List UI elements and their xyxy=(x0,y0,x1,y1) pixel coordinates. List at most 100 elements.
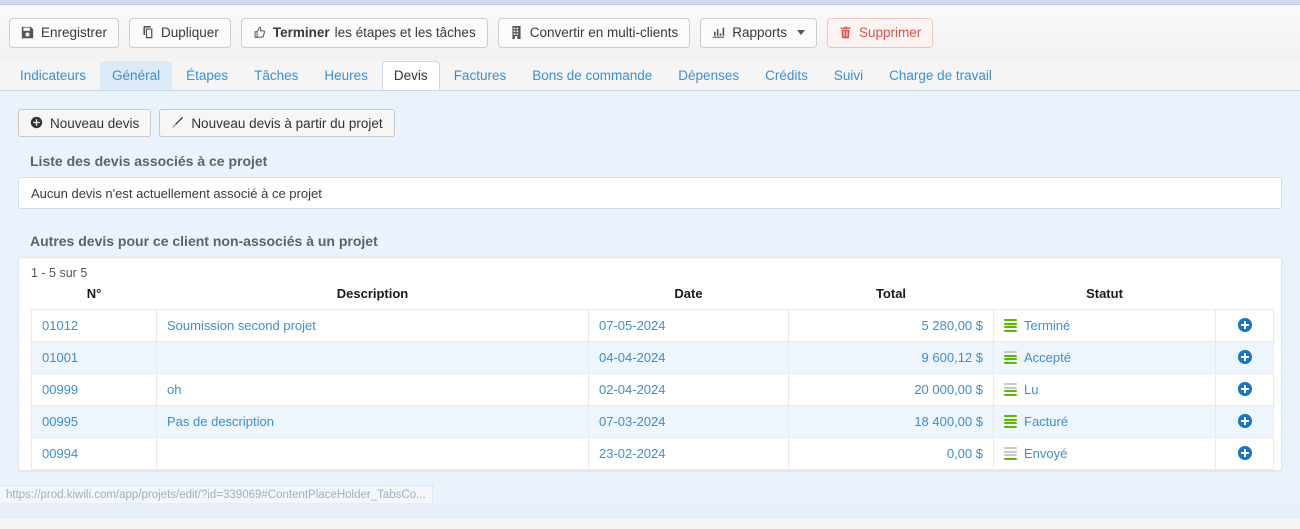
other-quotes-table: N° Description Date Total Statut 01012 Soumis… xyxy=(31,283,1274,470)
toolbar-button-sublabel: les étapes et les tâches xyxy=(334,25,476,40)
quote-number-cell[interactable]: 01012 xyxy=(31,309,157,342)
quote-number-cell[interactable]: 01001 xyxy=(31,341,157,374)
tab-d-penses[interactable]: Dépenses xyxy=(666,61,751,90)
status-label: Facturé xyxy=(1024,414,1069,429)
table-row[interactable]: 01012 Soumission second projet 07-05-2024 5… xyxy=(31,309,1274,342)
row-action-cell[interactable] xyxy=(1215,373,1274,406)
column-header-actions xyxy=(1216,283,1274,310)
copy-icon xyxy=(141,25,154,40)
table-header: N° Description Date Total Statut xyxy=(32,283,1274,310)
tab-indicateurs[interactable]: Indicateurs xyxy=(8,61,98,90)
tab-factures[interactable]: Factures xyxy=(442,61,519,90)
action-button-label: Nouveau devis xyxy=(50,115,140,131)
quote-description-cell: oh xyxy=(156,373,589,406)
quote-date-cell: 07-05-2024 xyxy=(588,309,789,342)
tab-content-panel: Nouveau devis Nouveau devis à partir du p… xyxy=(0,90,1300,503)
quote-total-cell: 5 280,00 $ xyxy=(788,309,994,342)
tab-cr-dits[interactable]: Crédits xyxy=(753,61,820,90)
other-quotes-title: Autres devis pour ce client non-associés… xyxy=(30,233,378,249)
pagination-count: 1 - 5 sur 5 xyxy=(31,266,88,280)
quote-description-cell xyxy=(156,437,589,470)
quote-date-cell: 07-03-2024 xyxy=(588,405,789,438)
trash-icon xyxy=(839,26,852,40)
status-label: Terminé xyxy=(1024,318,1071,333)
column-header-statut: Statut xyxy=(1086,286,1123,301)
row-action-cell[interactable] xyxy=(1215,437,1274,470)
tab-bar: Indicateurs Général Étapes Tâches Heures Devi… xyxy=(0,60,1300,91)
tab-charge-de-travail[interactable]: Charge de travail xyxy=(877,61,1004,90)
toolbar-button-rapports[interactable]: Rapports xyxy=(700,17,818,48)
toolbar-button-dupliquer[interactable]: Dupliquer xyxy=(129,17,231,48)
quote-status-cell: Accepté xyxy=(993,341,1216,374)
quote-date-cell: 04-04-2024 xyxy=(588,341,789,374)
page-bottom-strip xyxy=(0,503,1300,519)
add-circle-icon[interactable] xyxy=(1237,318,1252,332)
status-progress-icon xyxy=(1004,351,1017,364)
tab-tapes[interactable]: Étapes xyxy=(174,61,240,90)
save-icon xyxy=(21,26,34,40)
quote-description-cell xyxy=(156,341,589,374)
quote-total-cell: 20 000,00 $ xyxy=(788,373,994,406)
toolbar-button-enregistrer[interactable]: Enregistrer xyxy=(9,17,120,48)
quote-date-cell: 23-02-2024 xyxy=(588,437,789,470)
status-progress-icon xyxy=(1004,415,1017,428)
row-action-cell[interactable] xyxy=(1215,405,1274,438)
status-label: Envoyé xyxy=(1024,446,1068,461)
quote-status-cell: Terminé xyxy=(993,309,1216,342)
quote-status-cell: Facturé xyxy=(993,405,1216,438)
column-header-description: Description xyxy=(336,286,409,301)
wand-icon xyxy=(171,116,184,130)
thumbs-up-icon xyxy=(253,26,266,40)
bar-chart-icon xyxy=(712,26,725,40)
toolbar-button-terminer[interactable]: Terminer les étapes et les tâches xyxy=(240,17,488,48)
add-circle-icon[interactable] xyxy=(1237,350,1252,364)
status-label: Accepté xyxy=(1024,350,1071,365)
toolbar-button-supprimer[interactable]: Supprimer xyxy=(827,17,934,48)
table-row[interactable]: 00999 oh 02-04-2024 20 000,00 $ Lu xyxy=(31,373,1274,406)
toolbar-button-label: Dupliquer xyxy=(161,25,219,40)
add-circle-icon[interactable] xyxy=(1237,382,1252,396)
toolbar-button-convertir-en-multi-clients[interactable]: Convertir en multi-clients xyxy=(497,17,691,48)
quote-status-cell: Lu xyxy=(993,373,1216,406)
add-circle-icon[interactable] xyxy=(1237,446,1252,460)
table-row[interactable]: 01001 04-04-2024 9 600,12 $ Accepté xyxy=(31,341,1274,374)
linked-quotes-title: Liste des devis associés à ce projet xyxy=(30,153,268,169)
toolbar-button-label: Convertir en multi-clients xyxy=(529,25,679,40)
tab-heures[interactable]: Heures xyxy=(312,61,380,90)
building-icon xyxy=(510,25,523,40)
tab-suivi[interactable]: Suivi xyxy=(822,61,875,90)
quote-description-cell: Pas de description xyxy=(156,405,589,438)
quote-total-cell: 18 400,00 $ xyxy=(788,405,994,438)
toolbar-button-label: Supprimer xyxy=(859,25,922,40)
quote-actions-row: Nouveau devis Nouveau devis à partir du p… xyxy=(18,109,1282,137)
quote-date-cell: 02-04-2024 xyxy=(588,373,789,406)
quote-total-cell: 0,00 $ xyxy=(788,437,994,470)
column-header-date: Date xyxy=(674,286,703,301)
row-action-cell[interactable] xyxy=(1215,309,1274,342)
action-button-label: Nouveau devis à partir du projet xyxy=(191,115,383,131)
row-action-cell[interactable] xyxy=(1215,341,1274,374)
browser-status-bar: https://prod.kiwili.com/app/projets/edit… xyxy=(0,485,433,503)
action-button-new-quote-from-project[interactable]: Nouveau devis à partir du projet xyxy=(159,109,395,137)
main-toolbar: Enregistrer Dupliquer Terminer les étapes e… xyxy=(0,5,1300,60)
toolbar-button-label: Enregistrer xyxy=(41,25,108,40)
action-button-new-quote[interactable]: Nouveau devis xyxy=(18,109,152,137)
quote-total-cell: 9 600,12 $ xyxy=(788,341,994,374)
column-header-total: Total xyxy=(875,286,907,301)
status-label: Lu xyxy=(1024,382,1039,397)
toolbar-button-label: Terminer xyxy=(272,25,330,40)
status-progress-icon xyxy=(1004,447,1017,460)
status-url-text: https://prod.kiwili.com/app/projets/edit… xyxy=(6,488,426,501)
quote-number-cell[interactable]: 00994 xyxy=(31,437,157,470)
quote-number-cell[interactable]: 00999 xyxy=(31,373,157,406)
toolbar-button-label: Rapports xyxy=(732,25,788,40)
table-row[interactable]: 00994 23-02-2024 0,00 $ Envoyé xyxy=(31,437,1274,470)
table-row[interactable]: 00995 Pas de description 07-03-2024 18 400,… xyxy=(31,405,1274,438)
column-header-n: N° xyxy=(86,286,102,301)
tab-bons-de-commande[interactable]: Bons de commande xyxy=(520,61,664,90)
quote-number-cell[interactable]: 00995 xyxy=(31,405,157,438)
tab-g-n-ral[interactable]: Général xyxy=(100,61,173,90)
tab-devis[interactable]: Devis xyxy=(381,61,440,91)
tab-t-ches[interactable]: Tâches xyxy=(242,61,310,90)
add-circle-icon[interactable] xyxy=(1237,414,1252,428)
